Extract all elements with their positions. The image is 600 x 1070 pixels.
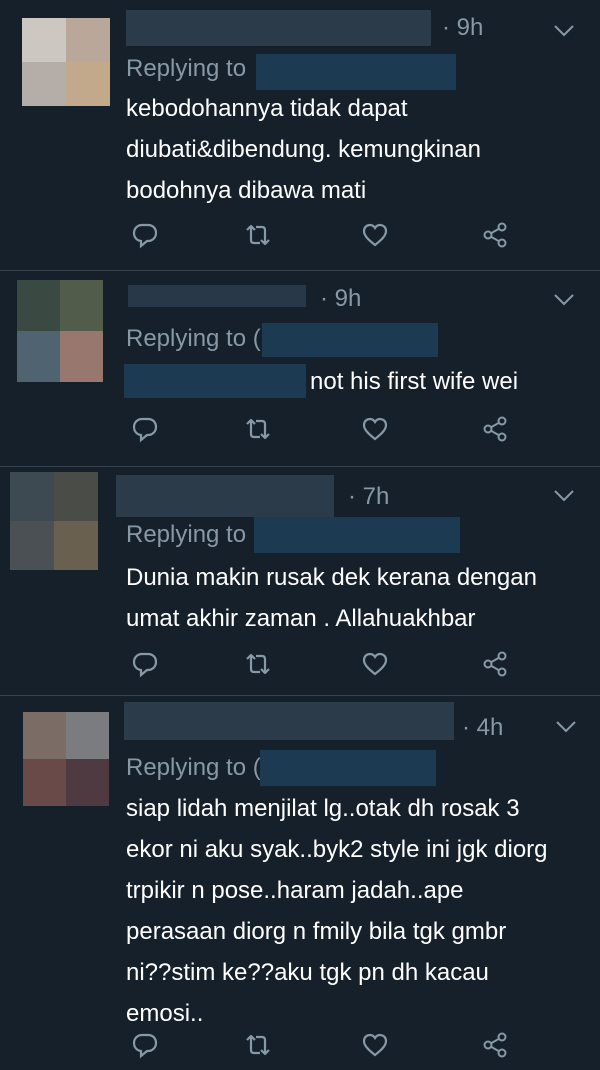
tweet-timestamp[interactable]: · 9h — [320, 285, 361, 313]
redacted-mention — [260, 750, 436, 786]
replying-to-label: Replying to ( — [126, 754, 261, 781]
retweet-icon[interactable] — [243, 1030, 273, 1060]
replying-to-label: Replying to — [126, 521, 247, 548]
redacted-username — [128, 285, 306, 307]
heart-icon[interactable] — [360, 1030, 390, 1060]
tweet-text: siap lidah menjilat lg..otak dh rosak 3 … — [126, 795, 548, 1027]
action-bar — [0, 414, 600, 444]
tweet-timestamp[interactable]: · 9h — [442, 14, 483, 42]
share-icon[interactable] — [480, 414, 510, 444]
share-icon[interactable] — [480, 220, 510, 250]
heart-icon[interactable] — [360, 414, 390, 444]
action-bar — [0, 649, 600, 679]
redacted-username — [124, 702, 454, 740]
chevron-down-icon[interactable] — [555, 720, 577, 734]
avatar[interactable] — [10, 472, 98, 570]
redacted-mention — [262, 323, 438, 357]
action-bar — [0, 1030, 600, 1060]
chevron-down-icon[interactable] — [553, 24, 575, 38]
tweet-4[interactable]: · 4h Replying to ( siap lidah menjilat l… — [0, 696, 600, 1070]
avatar[interactable] — [17, 280, 103, 382]
reply-icon[interactable] — [130, 649, 160, 679]
reply-icon[interactable] — [130, 1030, 160, 1060]
tweet-timestamp[interactable]: · 4h — [462, 714, 503, 742]
share-icon[interactable] — [480, 1030, 510, 1060]
redacted-mention-inline — [124, 364, 306, 398]
reply-icon[interactable] — [130, 220, 160, 250]
heart-icon[interactable] — [360, 649, 390, 679]
retweet-icon[interactable] — [243, 649, 273, 679]
tweet-3[interactable]: · 7h Replying to Dunia makin rusak dek k… — [0, 467, 600, 695]
chevron-down-icon[interactable] — [553, 293, 575, 307]
retweet-icon[interactable] — [243, 220, 273, 250]
avatar[interactable] — [22, 18, 110, 106]
redacted-mention — [256, 54, 456, 90]
heart-icon[interactable] — [360, 220, 390, 250]
replying-to-label: Replying to — [126, 55, 247, 82]
chevron-down-icon[interactable] — [553, 489, 575, 503]
tweet-2[interactable]: · 9h Replying to ( not his first wife we… — [0, 271, 600, 466]
tweet-timestamp[interactable]: · 7h — [348, 483, 389, 511]
tweet-text: not his first wife wei — [310, 368, 519, 395]
reply-icon[interactable] — [130, 414, 160, 444]
replying-to-label: Replying to ( — [126, 325, 261, 352]
redacted-username — [126, 10, 431, 46]
avatar[interactable] — [23, 712, 109, 806]
action-bar — [0, 220, 600, 250]
tweet-1[interactable]: · 9h Replying to kebodohannya tidak dapa… — [0, 0, 600, 270]
tweet-text: kebodohannya tidak dapat diubati&dibendu… — [126, 95, 481, 204]
retweet-icon[interactable] — [243, 414, 273, 444]
redacted-mention — [254, 517, 460, 553]
tweet-text: Dunia makin rusak dek kerana dengan umat… — [126, 564, 537, 632]
share-icon[interactable] — [480, 649, 510, 679]
redacted-username — [116, 475, 334, 517]
